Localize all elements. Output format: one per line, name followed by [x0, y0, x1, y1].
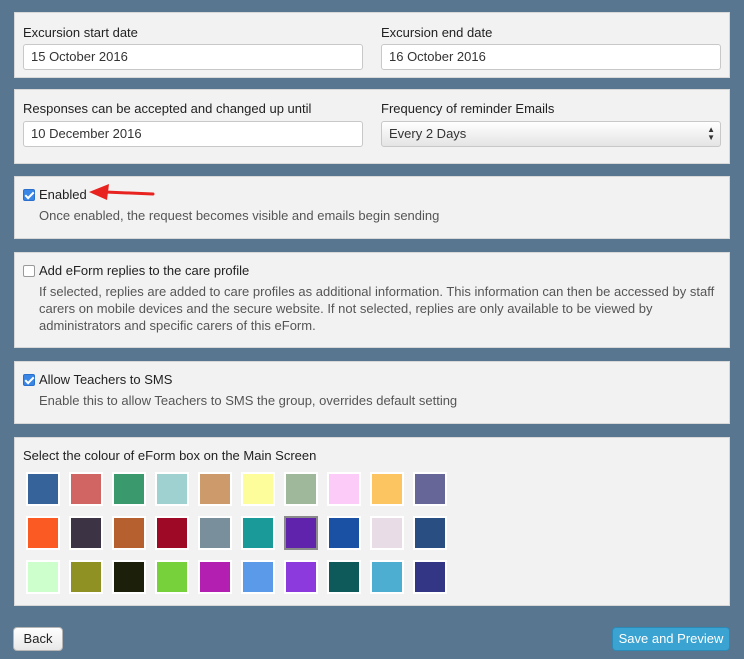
- colour-swatch[interactable]: [198, 472, 232, 506]
- colour-swatch[interactable]: [26, 560, 60, 594]
- responses-until-input[interactable]: 10 December 2016: [23, 121, 363, 147]
- colour-swatch[interactable]: [112, 472, 146, 506]
- responses-until-label: Responses can be accepted and changed up…: [23, 101, 312, 116]
- colour-swatch[interactable]: [155, 516, 189, 550]
- colour-swatch[interactable]: [241, 472, 275, 506]
- colour-swatch[interactable]: [284, 560, 318, 594]
- colour-swatch[interactable]: [69, 472, 103, 506]
- colour-swatch[interactable]: [370, 472, 404, 506]
- colour-swatch[interactable]: [413, 516, 447, 550]
- colour-swatch[interactable]: [284, 472, 318, 506]
- frequency-label: Frequency of reminder Emails: [381, 101, 555, 116]
- start-date-label: Excursion start date: [23, 25, 138, 40]
- colour-swatch[interactable]: [112, 516, 146, 550]
- colour-swatch[interactable]: [327, 560, 361, 594]
- colour-swatch[interactable]: [26, 516, 60, 550]
- sms-description: Enable this to allow Teachers to SMS the…: [39, 393, 458, 408]
- colour-swatch[interactable]: [155, 560, 189, 594]
- colour-swatch[interactable]: [284, 516, 318, 550]
- frequency-select[interactable]: Every 2 Days ▲ ▼: [381, 121, 721, 147]
- sms-panel: Allow Teachers to SMS Enable this to all…: [14, 361, 730, 424]
- colour-swatch[interactable]: [69, 560, 103, 594]
- enabled-description: Once enabled, the request becomes visibl…: [39, 208, 440, 223]
- colour-swatch[interactable]: [241, 516, 275, 550]
- save-and-preview-button[interactable]: Save and Preview: [612, 627, 730, 651]
- colour-panel: Select the colour of eForm box on the Ma…: [14, 437, 730, 606]
- care-profile-checkbox[interactable]: [23, 265, 35, 277]
- colour-swatch[interactable]: [413, 472, 447, 506]
- colour-swatch[interactable]: [327, 472, 361, 506]
- back-button[interactable]: Back: [13, 627, 63, 651]
- enabled-label: Enabled: [39, 187, 87, 202]
- enabled-panel: Enabled Once enabled, the request become…: [14, 176, 730, 239]
- colour-swatch[interactable]: [112, 560, 146, 594]
- colour-swatch[interactable]: [155, 472, 189, 506]
- colour-label: Select the colour of eForm box on the Ma…: [23, 448, 317, 463]
- dates-panel: Excursion start date 15 October 2016 Exc…: [14, 12, 730, 78]
- end-date-label: Excursion end date: [381, 25, 493, 40]
- frequency-select-value: Every 2 Days: [389, 126, 467, 141]
- sms-checkbox[interactable]: [23, 374, 35, 386]
- colour-swatch[interactable]: [198, 560, 232, 594]
- start-date-input[interactable]: 15 October 2016: [23, 44, 363, 70]
- responses-panel: Responses can be accepted and changed up…: [14, 89, 730, 164]
- care-profile-panel: Add eForm replies to the care profile If…: [14, 252, 730, 348]
- care-profile-label: Add eForm replies to the care profile: [39, 263, 250, 278]
- colour-swatch[interactable]: [370, 560, 404, 594]
- colour-swatch[interactable]: [413, 560, 447, 594]
- colour-swatch[interactable]: [327, 516, 361, 550]
- sms-label: Allow Teachers to SMS: [39, 372, 173, 387]
- colour-swatch[interactable]: [370, 516, 404, 550]
- colour-swatch[interactable]: [241, 560, 275, 594]
- select-arrows-icon: ▲ ▼: [707, 125, 715, 142]
- annotation-arrow-icon: [89, 184, 155, 200]
- end-date-input[interactable]: 16 October 2016: [381, 44, 721, 70]
- colour-swatch[interactable]: [69, 516, 103, 550]
- colour-swatch[interactable]: [26, 472, 60, 506]
- colour-swatch[interactable]: [198, 516, 232, 550]
- care-profile-description: If selected, replies are added to care p…: [39, 284, 715, 333]
- enabled-checkbox[interactable]: [23, 189, 35, 201]
